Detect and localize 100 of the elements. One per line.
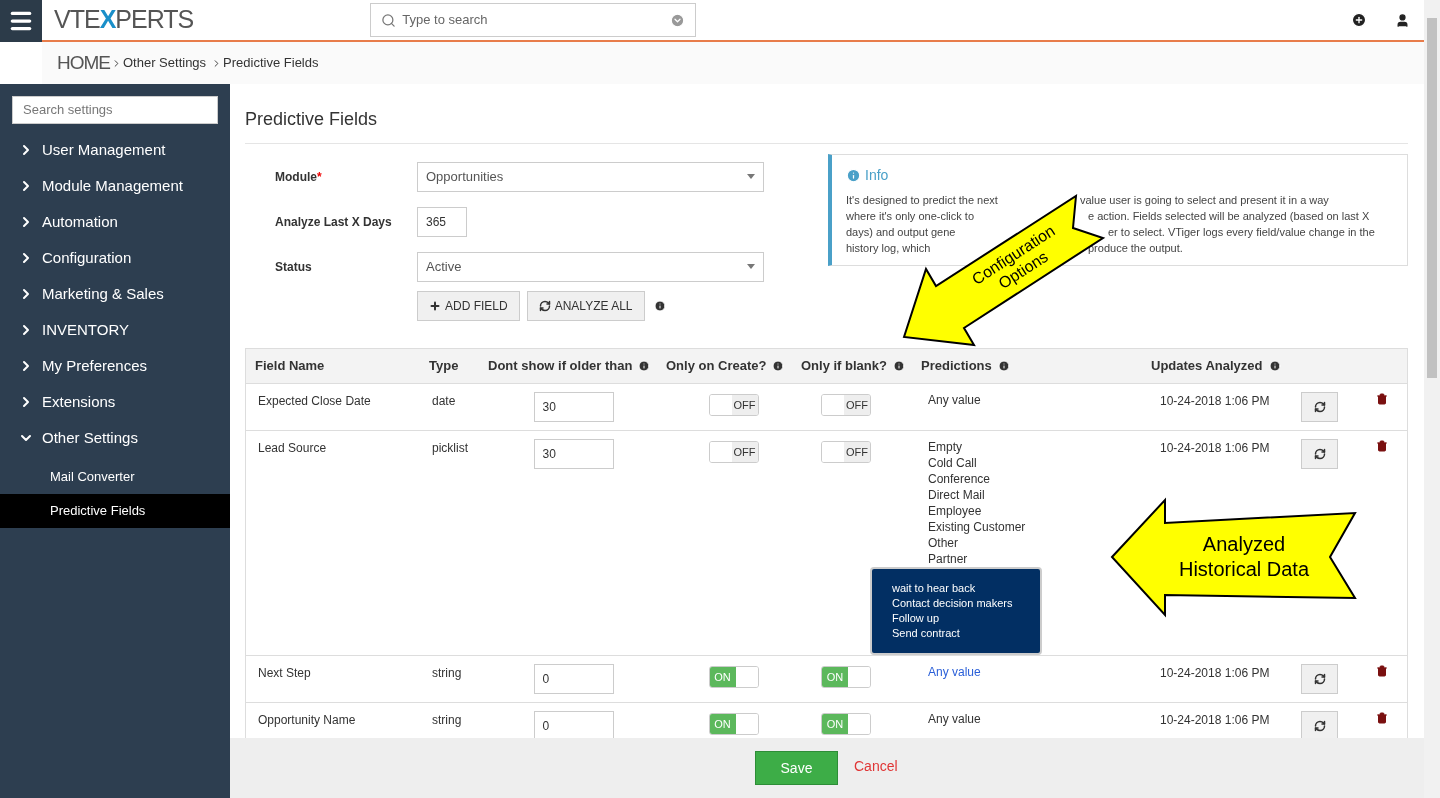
sidebar-item[interactable]: Module Management	[0, 168, 230, 204]
input-field[interactable]: 365	[417, 206, 467, 237]
refresh-icon	[538, 300, 551, 312]
toggle-switch[interactable]: OFF	[708, 441, 759, 463]
page-title: Predictive Fields	[245, 108, 379, 131]
prediction-value: Employee	[928, 503, 983, 519]
info-text: e action. Fields selected will be analyzed (based on last X	[1088, 210, 1370, 222]
refresh-icon	[1313, 720, 1326, 732]
action-button[interactable]: ADD FIELD	[417, 291, 520, 321]
trash-icon[interactable]	[1376, 665, 1388, 677]
toggle-switch[interactable]: OFF	[821, 441, 871, 463]
dropdown-icon[interactable]	[670, 12, 686, 28]
callout-label: Analyzed	[1202, 533, 1286, 555]
sidebar-subitem[interactable]: Predictive Fields	[0, 494, 230, 528]
prediction-value: Any value	[928, 711, 982, 727]
info-icon[interactable]	[772, 360, 785, 372]
prediction-value: Conference	[928, 471, 992, 487]
table-cell-text: Next Step	[257, 665, 312, 682]
trash-icon[interactable]	[1376, 393, 1388, 405]
tooltip-text: Contact decision makers	[892, 596, 1014, 611]
sidebar-item[interactable]: My Preferences	[0, 348, 230, 384]
table-cell-text: 10-24-2018 1:06 PM	[1159, 712, 1271, 729]
add-icon[interactable]	[1351, 12, 1367, 28]
select-field[interactable]: Opportunities	[417, 161, 764, 192]
info-text: value user is going to select and present it in a way	[1080, 194, 1329, 206]
sidebar-item[interactable]: INVENTORY	[0, 312, 230, 348]
refresh-icon	[1313, 401, 1326, 413]
days-input[interactable]: 30	[533, 439, 614, 469]
info-icon[interactable]	[1268, 360, 1281, 372]
sidebar-item[interactable]: Other Settings	[0, 420, 230, 456]
caret-icon	[747, 174, 755, 179]
info-icon[interactable]	[997, 360, 1010, 372]
tooltip-text: wait to hear back	[892, 581, 977, 596]
search-field[interactable]: Type to search	[370, 3, 697, 37]
prediction-value: Other	[928, 535, 959, 551]
breadcrumb-home[interactable]: HOME	[57, 48, 110, 78]
trash-icon[interactable]	[1376, 440, 1388, 452]
field-label: Status	[274, 258, 313, 276]
info-icon[interactable]	[638, 360, 651, 372]
info-text: history log, which	[846, 242, 931, 254]
table-cell-text: 10-24-2018 1:06 PM	[1159, 393, 1271, 410]
trash-icon[interactable]	[1376, 712, 1388, 724]
info-text: produce the output.	[1088, 242, 1183, 254]
sidebar-item[interactable]: User Management	[0, 132, 230, 168]
refresh-button[interactable]	[1301, 664, 1338, 694]
scrollbar[interactable]	[1424, 0, 1440, 798]
table-cell-text: Lead Source	[257, 440, 328, 457]
info-icon[interactable]	[892, 360, 905, 372]
toggle-switch[interactable]: OFF	[821, 394, 871, 416]
column-header: Predictions	[921, 357, 992, 376]
user-icon[interactable]	[1395, 12, 1410, 28]
field-label: Module*	[274, 168, 323, 186]
table-cell-text: Opportunity Name	[257, 712, 357, 729]
days-input[interactable]: 0	[533, 664, 614, 694]
refresh-button[interactable]	[1301, 711, 1338, 738]
search-icon	[381, 12, 397, 28]
tooltip-text: Send contract	[892, 626, 961, 641]
field-label: Analyze Last X Days	[274, 213, 393, 231]
column-header: Field Name	[255, 357, 325, 376]
action-button[interactable]: ANALYZE ALL	[526, 291, 645, 321]
sidebar-item[interactable]: Configuration	[0, 240, 230, 276]
column-header: Updates Analyzed	[1151, 357, 1263, 376]
menu-button[interactable]	[0, 0, 42, 42]
table-cell-text: date	[431, 393, 457, 410]
info-icon[interactable]	[653, 300, 666, 312]
prediction-value: Cold Call	[928, 455, 978, 471]
sidebar-item[interactable]: Extensions	[0, 384, 230, 420]
table-cell-text: picklist	[431, 440, 469, 457]
refresh-button[interactable]	[1301, 439, 1338, 469]
column-header: Type	[429, 357, 459, 376]
toggle-switch[interactable]: OFF	[708, 394, 759, 416]
prediction-value: Any value	[928, 392, 982, 408]
logo: VTEXPERTS	[54, 4, 194, 36]
table-cell-text: 10-24-2018 1:06 PM	[1159, 440, 1271, 457]
table-cell-text: Expected Close Date	[257, 393, 372, 410]
days-input[interactable]: 30	[533, 392, 614, 422]
settings-search-field[interactable]: Search settings	[12, 96, 218, 124]
plus-icon	[429, 300, 441, 312]
sidebar-item[interactable]: Marketing & Sales	[0, 276, 230, 312]
sidebar-subitem[interactable]: Mail Converter	[0, 460, 230, 494]
breadcrumb-link[interactable]: Predictive Fields	[223, 53, 319, 73]
info-text: er to select. VTiger logs every field/value change in the	[1108, 226, 1375, 238]
table-cell-text: string	[431, 712, 463, 729]
refresh-button[interactable]	[1301, 392, 1338, 422]
caret-icon	[747, 264, 755, 269]
prediction-value[interactable]: Any value	[928, 664, 1151, 680]
breadcrumb-link[interactable]: Other Settings	[123, 53, 207, 73]
column-header: Only if blank?	[801, 357, 887, 376]
table-cell-text: string	[431, 665, 463, 682]
prediction-value: Partner	[928, 551, 969, 567]
info-text: where it's only one-click to	[846, 210, 975, 222]
cancel-link[interactable]: Cancel	[854, 755, 898, 777]
select-field[interactable]: Active	[417, 251, 764, 282]
prediction-value: Empty	[928, 439, 963, 455]
sidebar-item[interactable]: Automation	[0, 204, 230, 240]
info-title: Info	[865, 166, 889, 185]
tooltip-text: Follow up	[892, 611, 941, 626]
refresh-icon	[1313, 448, 1326, 460]
prediction-value: Direct Mail	[928, 487, 986, 503]
column-header: Only on Create?	[666, 357, 767, 376]
